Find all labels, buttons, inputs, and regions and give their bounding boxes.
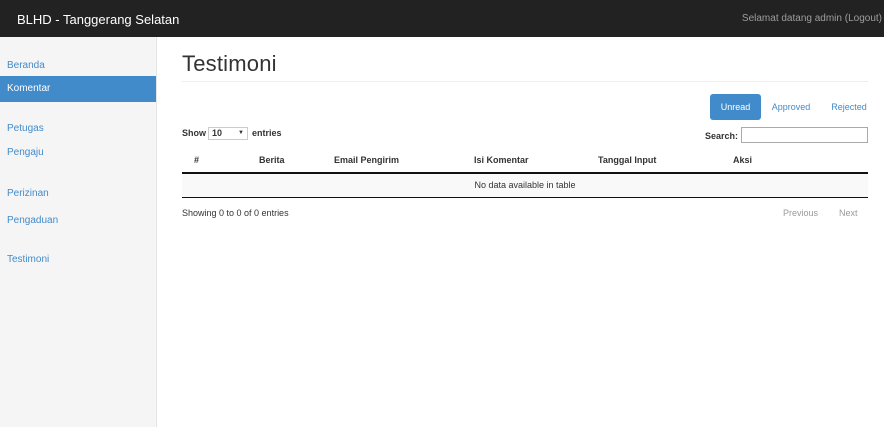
column-header-isi-komentar[interactable]: Isi Komentar — [474, 155, 529, 165]
column-header-tanggal-input[interactable]: Tanggal Input — [598, 155, 656, 165]
chevron-down-icon: ▼ — [238, 130, 244, 136]
column-header-aksi[interactable]: Aksi — [733, 155, 752, 165]
length-prefix-label: Show — [182, 128, 206, 138]
title-divider — [182, 81, 868, 82]
column-header-number[interactable]: # — [194, 155, 199, 165]
sidebar-item-petugas[interactable]: Petugas — [0, 116, 156, 142]
page-title: Testimoni — [182, 51, 277, 76]
pagination-previous[interactable]: Previous — [783, 208, 818, 218]
pagination-next[interactable]: Next — [839, 208, 858, 218]
sidebar-item-pengaju[interactable]: Pengaju — [0, 140, 156, 166]
sidebar-item-perizinan[interactable]: Perizinan — [0, 181, 156, 207]
entries-length-select[interactable]: 10 ▼ — [208, 127, 248, 140]
table-footer-divider — [182, 197, 868, 198]
sidebar: Beranda Komentar Petugas Pengaju Perizin… — [0, 37, 157, 427]
column-header-berita[interactable]: Berita — [259, 155, 285, 165]
sidebar-item-komentar[interactable]: Komentar — [0, 76, 156, 102]
search-input[interactable] — [741, 127, 868, 143]
top-navbar: BLHD - Tanggerang Selatan Selamat datang… — [0, 0, 884, 37]
welcome-logout-link[interactable]: Selamat datang admin (Logout) — [742, 13, 882, 24]
sidebar-item-pengaduan[interactable]: Pengaduan — [0, 208, 156, 234]
tab-unread[interactable]: Unread — [710, 94, 761, 120]
tab-approved[interactable]: Approved — [766, 94, 816, 120]
length-suffix-label: entries — [252, 128, 282, 138]
column-header-email[interactable]: Email Pengirim — [334, 155, 399, 165]
entries-length-value: 10 — [212, 128, 223, 138]
table-info: Showing 0 to 0 of 0 entries — [182, 208, 289, 218]
table-empty-row: No data available in table — [182, 174, 868, 197]
brand-title[interactable]: BLHD - Tanggerang Selatan — [17, 12, 179, 27]
tab-rejected[interactable]: Rejected — [826, 94, 872, 120]
search-label: Search: — [705, 131, 739, 141]
sidebar-item-testimoni[interactable]: Testimoni — [0, 247, 156, 273]
